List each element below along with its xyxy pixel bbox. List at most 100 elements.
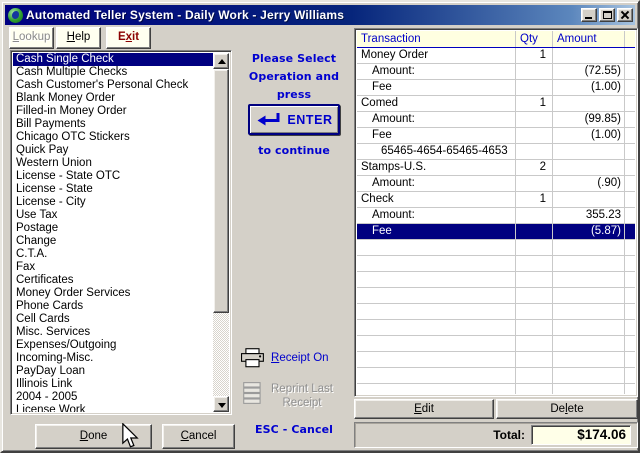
grid-cell — [552, 144, 624, 159]
list-item[interactable]: Cash Multiple Checks — [13, 66, 213, 79]
grid-row[interactable]: Amount:355.23 — [357, 208, 635, 224]
list-item[interactable]: Cash Single Check — [13, 53, 213, 66]
grid-cell — [624, 192, 635, 207]
grid-row[interactable]: Money Order1 — [357, 48, 635, 64]
list-item[interactable]: Incoming-Misc. — [13, 352, 213, 365]
grid-cell — [552, 240, 624, 255]
continue-text: to continue — [235, 144, 353, 157]
grid-row[interactable]: Amount:(.90) — [357, 176, 635, 192]
grid-cell — [515, 256, 552, 271]
minimize-button[interactable] — [581, 8, 597, 22]
list-item[interactable]: Filled-in Money Order — [13, 105, 213, 118]
grid-cell: Stamps-U.S. — [357, 160, 515, 175]
prompt-line-2: Operation and — [235, 70, 353, 83]
grid-row[interactable]: Comed1 — [357, 96, 635, 112]
list-item[interactable]: Fax — [13, 261, 213, 274]
grid-cell — [515, 80, 552, 95]
grid-row[interactable]: Fee(5.87) — [357, 224, 635, 240]
arrow-up-icon — [218, 59, 226, 64]
list-item[interactable]: License Work — [13, 404, 213, 412]
grid-cell: (99.85) — [552, 112, 624, 127]
grid-cell — [515, 176, 552, 191]
grid-cell: 1 — [515, 48, 552, 63]
grid-cell — [552, 304, 624, 319]
enter-arrow-icon — [255, 112, 282, 128]
edit-button[interactable]: Edit — [354, 399, 494, 419]
grid-cell — [624, 288, 635, 303]
grid-row[interactable]: Fee(1.00) — [357, 128, 635, 144]
grid-row[interactable]: Amount:(99.85) — [357, 112, 635, 128]
list-item[interactable]: Certificates — [13, 274, 213, 287]
grid-cell — [552, 336, 624, 351]
transaction-grid: Transaction Qty Amount Money Order1Amoun… — [354, 28, 638, 397]
grid-row — [357, 240, 635, 256]
grid-cell — [624, 160, 635, 175]
list-item[interactable]: Money Order Services — [13, 287, 213, 300]
list-item[interactable]: C.T.A. — [13, 248, 213, 261]
delete-button[interactable]: Delete — [496, 399, 638, 419]
grid-cell — [515, 320, 552, 335]
list-item[interactable]: Postage — [13, 222, 213, 235]
grid-cell — [552, 384, 624, 394]
grid-row — [357, 320, 635, 336]
grid-cell — [515, 224, 552, 239]
grid-row[interactable]: Check1 — [357, 192, 635, 208]
grid-cell — [515, 384, 552, 394]
list-item[interactable]: License - City — [13, 196, 213, 209]
grid-cell — [552, 192, 624, 207]
scrollbar-thumb[interactable] — [213, 69, 229, 313]
grid-row[interactable]: 65465-4654-65465-4653 — [357, 144, 635, 160]
grid-cell — [515, 352, 552, 367]
list-item[interactable]: Western Union — [13, 157, 213, 170]
help-button[interactable]: Help — [56, 27, 101, 49]
maximize-button[interactable] — [599, 8, 615, 22]
list-item[interactable]: License - State OTC — [13, 170, 213, 183]
grid-row[interactable]: Stamps-U.S.2 — [357, 160, 635, 176]
list-item[interactable]: PayDay Loan — [13, 365, 213, 378]
scroll-down-button[interactable] — [213, 396, 229, 412]
list-item[interactable]: Illinois Link — [13, 378, 213, 391]
list-item[interactable]: 2004 - 2005 — [13, 391, 213, 404]
enter-button[interactable]: ENTER — [248, 104, 340, 135]
list-item[interactable]: Cell Cards — [13, 313, 213, 326]
receipt-on-control[interactable]: Receipt On — [241, 348, 353, 368]
grid-cell — [552, 160, 624, 175]
grid-row[interactable]: Fee(1.00) — [357, 80, 635, 96]
grid-row[interactable]: Amount: (72.55) — [357, 64, 635, 80]
list-item[interactable]: Cash Customer's Personal Check — [13, 79, 213, 92]
list-item[interactable]: Chicago OTC Stickers — [13, 131, 213, 144]
grid-cell: Fee — [357, 224, 515, 239]
list-item[interactable]: Bill Payments — [13, 118, 213, 131]
cancel-button[interactable]: Cancel — [162, 424, 235, 449]
grid-row — [357, 352, 635, 368]
prompt-line-3: press — [235, 88, 353, 101]
title-bar[interactable]: Automated Teller System - Daily Work - J… — [5, 5, 635, 25]
scroll-up-button[interactable] — [213, 53, 229, 69]
grid-cell — [624, 320, 635, 335]
grid-cell — [624, 48, 635, 63]
grid-cell: (72.55) — [552, 64, 624, 79]
list-item[interactable]: Quick Pay — [13, 144, 213, 157]
grid-cell: Fee — [357, 80, 515, 95]
grid-cell: (1.00) — [552, 128, 624, 143]
list-item[interactable]: Blank Money Order — [13, 92, 213, 105]
list-item[interactable]: Use Tax — [13, 209, 213, 222]
list-item[interactable]: Misc. Services — [13, 326, 213, 339]
exit-button[interactable]: Exit — [106, 27, 151, 49]
grid-cell — [624, 336, 635, 351]
list-item[interactable]: Phone Cards — [13, 300, 213, 313]
done-button[interactable]: Done — [35, 424, 152, 449]
list-item[interactable]: Expenses/Outgoing — [13, 339, 213, 352]
grid-cell: Amount: — [357, 64, 515, 79]
list-item[interactable]: Change — [13, 235, 213, 248]
list-scrollbar[interactable] — [213, 53, 229, 412]
close-button[interactable] — [617, 8, 633, 22]
enter-button-label: ENTER — [287, 113, 332, 127]
grid-cell — [515, 208, 552, 223]
grid-cell — [552, 288, 624, 303]
list-item[interactable]: License - State — [13, 183, 213, 196]
grid-header-qty: Qty — [515, 31, 552, 47]
grid-cell — [624, 224, 635, 239]
total-bar: Total: $174.06 — [354, 422, 638, 448]
esc-cancel-text: ESC - Cancel — [235, 423, 353, 436]
